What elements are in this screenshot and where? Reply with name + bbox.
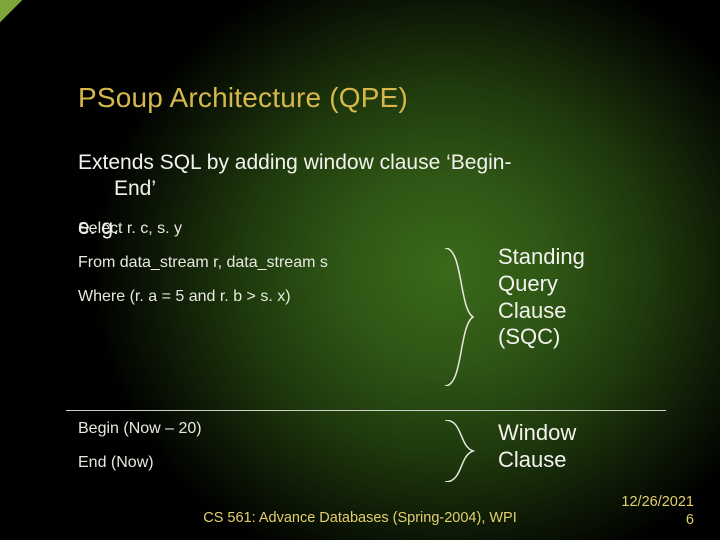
sqc-line-2: Query — [498, 271, 668, 298]
brace-window-icon — [443, 420, 491, 482]
query-begin: Begin (Now – 20) — [78, 420, 428, 438]
slide: PSoup Architecture (QPE) Extends SQL by … — [0, 0, 720, 540]
query-end: End (Now) — [78, 454, 428, 472]
sqc-label: Standing Query Clause (SQC) — [498, 244, 668, 351]
divider-line — [66, 410, 666, 411]
slide-footer: CS 561: Advance Databases (Spring-2004),… — [0, 510, 720, 526]
window-clause-label: Window Clause — [498, 420, 668, 474]
sqc-line-1: Standing — [498, 244, 668, 271]
query-select: Select r. c, s. y — [78, 220, 428, 238]
sqc-line-4: (SQC) — [498, 324, 668, 351]
intro-line-1: Extends SQL by adding window clause ‘Beg… — [78, 151, 511, 174]
corner-accent — [0, 0, 36, 36]
wc-line-1: Window — [498, 420, 668, 447]
wc-line-2: Clause — [498, 447, 668, 474]
window-block: Begin (Now – 20) End (Now) — [78, 420, 428, 488]
query-from: From data_stream r, data_stream s — [78, 254, 428, 272]
query-where: Where (r. a = 5 and r. b > s. x) — [78, 288, 428, 306]
brace-sqc-icon — [443, 248, 491, 386]
slide-date: 12/26/2021 — [621, 494, 694, 510]
query-block: Select r. c, s. y From data_stream r, da… — [78, 220, 428, 322]
slide-title: PSoup Architecture (QPE) — [78, 82, 408, 114]
intro-line-2: End’ — [78, 177, 156, 200]
sqc-line-3: Clause — [498, 298, 668, 325]
intro-text: Extends SQL by adding window clause ‘Beg… — [78, 150, 658, 201]
